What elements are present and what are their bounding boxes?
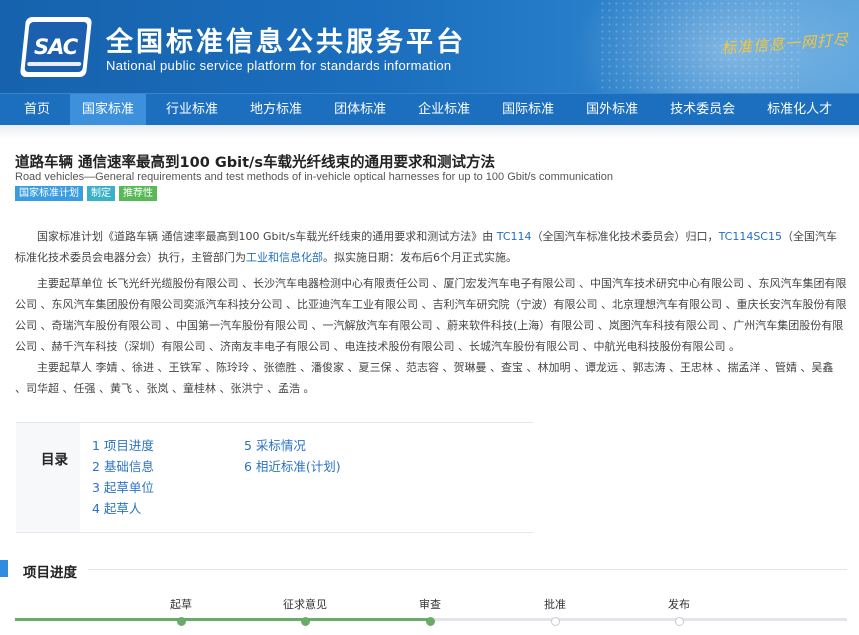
step-label: 征求意见 — [283, 598, 327, 611]
tag-nature: 推荐性 — [119, 186, 157, 201]
table-of-contents: 目录 1 项目进度 2 基础信息 3 起草单位 4 起草人 5 采标情况 6 相… — [16, 422, 533, 533]
tc114-link[interactable]: TC114 — [497, 230, 532, 243]
step-label: 发布 — [668, 598, 690, 611]
toc-header: 目录 — [16, 423, 80, 532]
nav-item-foreign-standards[interactable]: 国外标准 — [574, 94, 650, 125]
miit-link[interactable]: 工业和信息化部 — [246, 251, 323, 264]
nav-item-local-standards[interactable]: 地方标准 — [238, 94, 314, 125]
main-nav: 首页 国家标准 行业标准 地方标准 团体标准 企业标准 国际标准 国外标准 技术… — [0, 93, 859, 125]
toc-link-adoption[interactable]: 5 采标情况 — [244, 435, 341, 456]
step-label: 批准 — [544, 598, 566, 611]
sac-logo[interactable]: SAC — [19, 17, 93, 77]
step-dot — [425, 617, 435, 626]
step-dot — [550, 617, 560, 626]
site-title: 全国标准信息公共服务平台 — [106, 27, 466, 58]
site-subtitle: National public service platform for sta… — [106, 58, 452, 73]
nav-item-international-standards[interactable]: 国际标准 — [490, 94, 566, 125]
sac-logo-swoosh — [27, 62, 82, 66]
nav-item-home[interactable]: 首页 — [12, 94, 62, 125]
step-label: 起草 — [170, 598, 192, 611]
nav-item-group-standards[interactable]: 团体标准 — [322, 94, 398, 125]
toc-column-1: 1 项目进度 2 基础信息 3 起草单位 4 起草人 — [92, 435, 154, 519]
header-banner: SAC 全国标准信息公共服务平台 National public service… — [0, 0, 859, 93]
standard-tags: 国家标准计划 制定 推荐性 — [15, 186, 157, 201]
nav-item-national-standards[interactable]: 国家标准 — [70, 94, 147, 125]
step-dot — [300, 617, 310, 626]
section-accent-bar — [0, 560, 8, 577]
step-drafting: 起草 — [141, 597, 221, 626]
step-dot — [674, 617, 684, 626]
step-release: 发布 — [639, 597, 719, 626]
progress-track-fill — [15, 618, 430, 621]
step-comments: 征求意见 — [265, 597, 345, 626]
nav-item-industry-standards[interactable]: 行业标准 — [154, 94, 230, 125]
drafters-paragraph: 主要起草人 李婧 、徐进 、王铁军 、陈玲玲 、张德胜 、潘俊家 、夏三保 、范… — [15, 361, 834, 395]
nav-shadow — [0, 125, 859, 139]
toc-column-2: 5 采标情况 6 相近标准(计划) — [244, 435, 341, 477]
drafting-units-paragraph: 主要起草单位 长飞光纤光缆股份有限公司 、长沙汽车电器检测中心有限责任公司 、厦… — [15, 277, 847, 353]
summary-text-d: 。拟实施日期：发布后6个月正式实施。 — [323, 251, 517, 264]
nav-item-standardization-talent[interactable]: 标准化人才 — [755, 94, 844, 125]
plan-summary-paragraph: 国家标准计划《道路车辆 通信速率最高到100 Gbit/s车载光纤线束的通用要求… — [15, 226, 847, 268]
sac-logo-text: SAC — [34, 35, 78, 59]
nav-item-enterprise-standards[interactable]: 企业标准 — [406, 94, 482, 125]
step-approval: 批准 — [515, 597, 595, 626]
progress-section-title: 项目进度 — [23, 565, 77, 581]
tag-plan-type: 国家标准计划 — [15, 186, 83, 201]
toc-link-project-progress[interactable]: 1 项目进度 — [92, 435, 154, 456]
standard-title-english: Road vehicles—General requirements and t… — [15, 171, 613, 183]
toc-link-drafters[interactable]: 4 起草人 — [92, 498, 154, 519]
step-dot — [176, 617, 186, 626]
toc-title: 目录 — [41, 452, 68, 468]
section-divider — [88, 569, 847, 570]
step-review: 审查 — [390, 597, 470, 626]
standard-title: 道路车辆 通信速率最高到100 Gbit/s车载光纤线束的通用要求和测试方法 — [15, 155, 495, 171]
tc114sc15-link[interactable]: TC114SC15 — [719, 230, 782, 243]
tag-action: 制定 — [87, 186, 115, 201]
toc-link-similar-standards[interactable]: 6 相近标准(计划) — [244, 456, 341, 477]
step-label: 审查 — [419, 598, 441, 611]
toc-link-basic-info[interactable]: 2 基础信息 — [92, 456, 154, 477]
summary-text-b: （全国汽车标准化技术委员会）归口， — [531, 230, 719, 243]
toc-link-drafting-units[interactable]: 3 起草单位 — [92, 477, 154, 498]
nav-item-technical-committees[interactable]: 技术委员会 — [658, 94, 747, 125]
summary-text-a: 国家标准计划《道路车辆 通信速率最高到100 Gbit/s车载光纤线束的通用要求… — [37, 230, 497, 243]
